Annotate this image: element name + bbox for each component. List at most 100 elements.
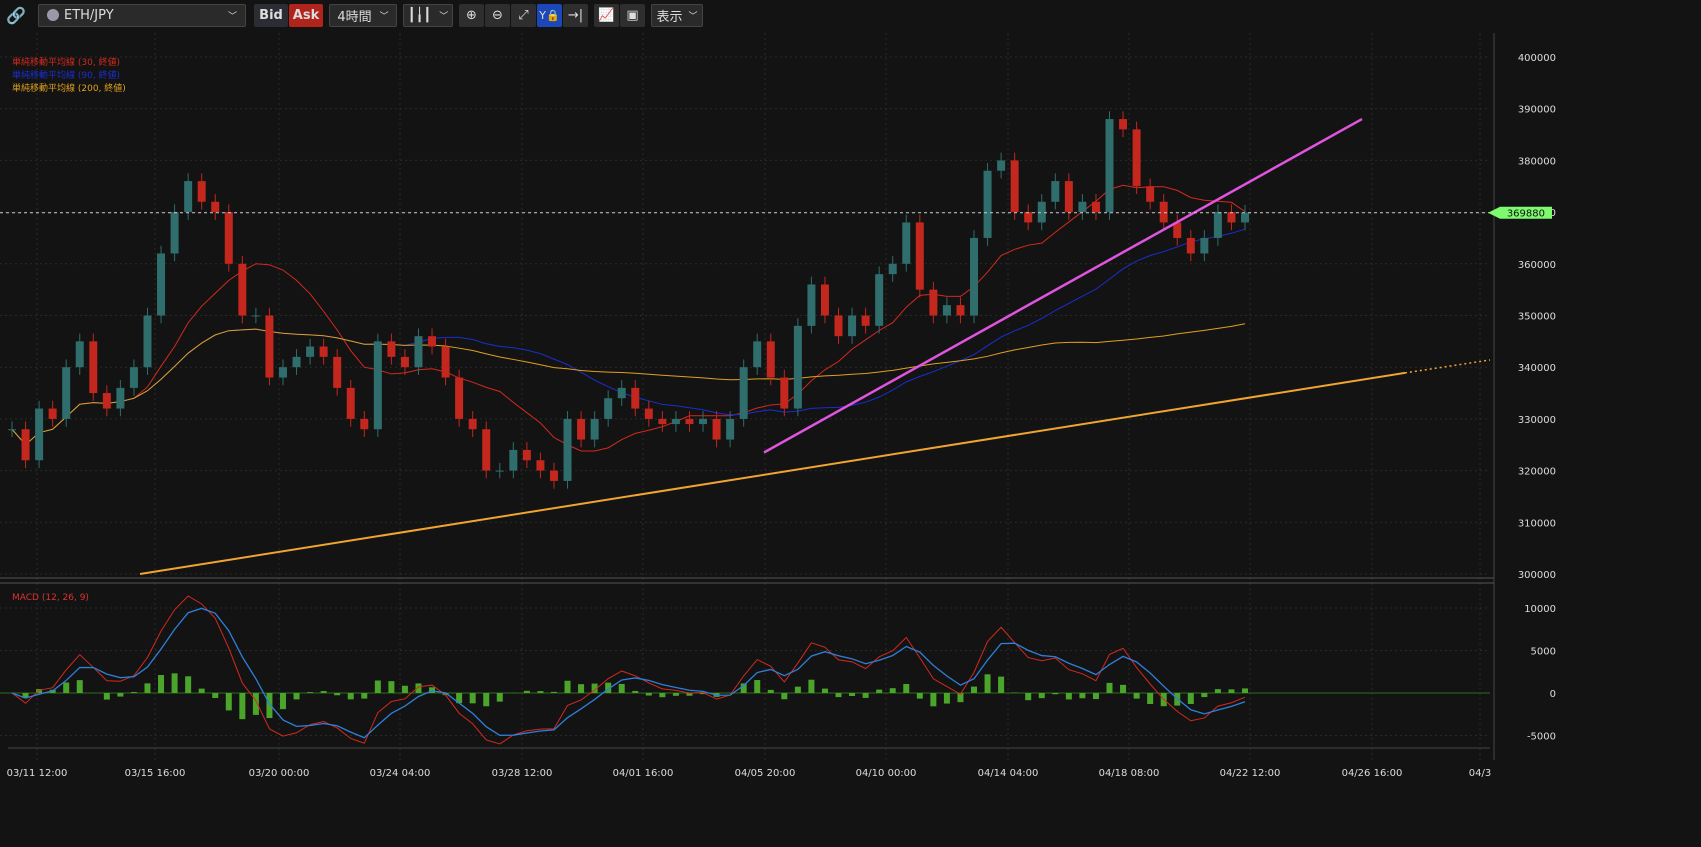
candle-body — [563, 418, 572, 481]
candle-body — [373, 341, 382, 430]
candle-body — [1091, 201, 1100, 213]
macd-histogram-bar — [849, 693, 856, 697]
x-tick-label: 03/24 04:00 — [370, 768, 431, 779]
candle-body — [861, 315, 870, 326]
macd-histogram-bar — [1092, 693, 1099, 700]
sma200-line — [11, 323, 1246, 446]
macd-histogram-bar — [794, 686, 801, 693]
macd-histogram-bar — [876, 689, 883, 693]
macd-histogram-bar — [320, 691, 327, 693]
macd-histogram-bar — [130, 691, 137, 693]
macd-histogram-bar — [76, 680, 83, 693]
candle-body — [129, 367, 138, 388]
legend-sma30[interactable]: 単純移動平均線 (30, 終値) — [12, 57, 126, 70]
x-tick-label: 04/18 08:00 — [1099, 768, 1160, 779]
candle-body — [970, 237, 979, 316]
candle-body — [1105, 119, 1114, 213]
candle-body — [929, 289, 938, 316]
candle-body — [333, 356, 342, 388]
macd-histogram-bar — [645, 693, 652, 696]
x-tick-label: 03/28 12:00 — [492, 768, 553, 779]
macd-y-tick-label: 0 — [1550, 689, 1556, 700]
candle-body — [834, 315, 843, 337]
macd-histogram-bar — [496, 693, 503, 702]
candle-body — [292, 356, 301, 368]
candle-body — [75, 341, 84, 368]
y-tick-label: 350000 — [1518, 312, 1556, 323]
candle-body — [1159, 201, 1168, 223]
macd-line — [11, 595, 1246, 745]
macd-histogram-bar — [483, 693, 490, 707]
y-tick-label: 320000 — [1518, 467, 1556, 478]
x-tick-label: 04/14 04:00 — [978, 768, 1039, 779]
sma30-line — [11, 184, 1246, 452]
macd-histogram-bar — [144, 683, 151, 693]
candle-body — [1010, 160, 1019, 213]
macd-histogram-bar — [550, 691, 557, 693]
macd-histogram-bar — [998, 676, 1005, 693]
chart-canvas[interactable]: 03/11 12:00 03/15 16:00 03/20 00:00 03/24 0… — [0, 0, 1701, 847]
candle-body — [983, 170, 992, 238]
candle-body — [875, 274, 884, 326]
x-tick-label: 03/15 16:00 — [125, 768, 186, 779]
candle-body — [414, 336, 423, 368]
candle-body — [536, 460, 545, 471]
macd-y-tick-label: 5000 — [1531, 647, 1556, 658]
macd-histogram-bar — [347, 693, 354, 700]
candle-body — [157, 253, 166, 316]
candle-body — [306, 346, 315, 357]
macd-histogram-bar — [1052, 693, 1059, 695]
legend-sma90[interactable]: 単純移動平均線 (90, 終値) — [12, 70, 126, 83]
macd-histogram-bar — [1242, 688, 1248, 693]
macd-histogram-bar — [903, 684, 910, 693]
macd-histogram-bar — [63, 682, 70, 693]
macd-histogram-bar — [401, 685, 408, 693]
candle-body — [644, 408, 653, 419]
candle-body — [455, 377, 464, 419]
current-price-label: 369880 — [1507, 209, 1545, 220]
candle-body — [211, 201, 220, 213]
candle-body — [888, 263, 897, 275]
candle-body — [671, 418, 680, 425]
candle-body — [1119, 119, 1128, 130]
macd-histogram-bar — [862, 693, 869, 698]
macd-histogram-bar — [225, 693, 232, 711]
trendline-magenta — [763, 117, 1363, 454]
macd-y-tick-label: 10000 — [1524, 604, 1556, 615]
macd-y-tick-label: -5000 — [1527, 732, 1556, 743]
macd-histogram-bar — [930, 693, 937, 707]
candle-body — [793, 325, 802, 409]
candle-body — [1241, 212, 1249, 223]
candle-body — [8, 429, 16, 431]
candle-body — [807, 284, 816, 326]
candle-body — [753, 341, 762, 368]
macd-histogram-bar — [767, 689, 774, 693]
candle-body — [685, 418, 694, 425]
x-tick-label: 04/01 16:00 — [613, 768, 674, 779]
macd-histogram-bar — [1065, 693, 1072, 700]
candle-body — [400, 356, 409, 368]
candle-body — [224, 212, 233, 264]
macd-histogram-bar — [781, 693, 788, 700]
macd-histogram-bar — [564, 680, 571, 693]
legend-sma200[interactable]: 単純移動平均線 (200, 終値) — [12, 83, 126, 96]
x-tick-label: 04/22 12:00 — [1220, 768, 1281, 779]
candle-body — [617, 387, 626, 399]
x-tick-label: 04/26 16:00 — [1342, 768, 1403, 779]
candle-body — [170, 212, 179, 254]
y-tick-label: 380000 — [1518, 156, 1556, 167]
macd-legend[interactable]: MACD (12, 26, 9) — [12, 593, 89, 603]
macd-histogram-bar — [334, 693, 341, 696]
macd-histogram-bar — [754, 680, 761, 693]
macd-histogram-bar — [984, 674, 991, 693]
candle-body — [658, 418, 667, 425]
candle-body — [184, 181, 193, 213]
macd-histogram-bar — [835, 693, 842, 698]
candle-body — [631, 387, 640, 409]
macd-histogram-bar — [158, 675, 165, 693]
macd-histogram-bar — [1106, 682, 1113, 693]
macd-histogram-bar — [239, 693, 246, 720]
macd-histogram-bar — [1025, 693, 1032, 701]
macd-histogram-bar — [1187, 693, 1194, 704]
candle-body — [1186, 237, 1195, 254]
